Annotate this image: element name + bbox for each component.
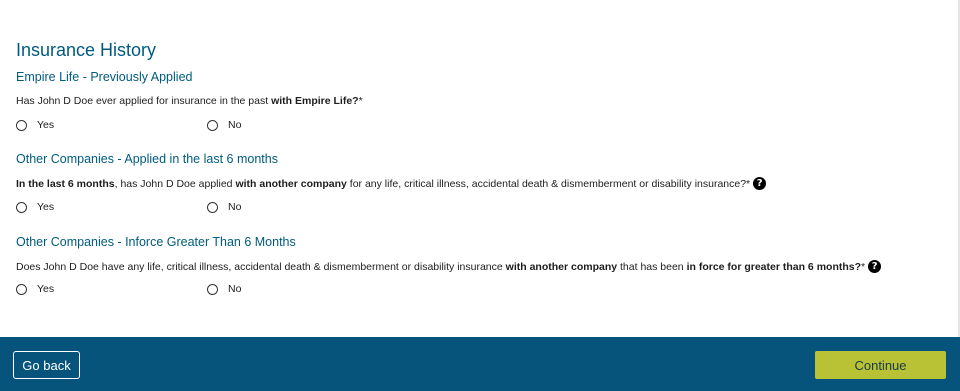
question-sentence: Does John D Doe have any life, critical … (16, 261, 865, 273)
question-emphasis: In the last 6 months (16, 177, 115, 190)
radio-option-yes[interactable]: Yes (16, 283, 54, 295)
question-emphasis: with another company (235, 177, 347, 190)
continue-button[interactable]: Continue (815, 351, 946, 379)
radio-label: Yes (37, 201, 55, 213)
radio-option-yes[interactable]: Yes (16, 201, 54, 213)
footer-bar: Go back Continue (0, 337, 960, 391)
section-title: Other Companies - Inforce Greater Than 6… (16, 235, 296, 249)
question-fragment: Has John D Doe ever applied for insuranc… (16, 95, 272, 107)
question-fragment: * (358, 95, 363, 107)
section-title: Empire Life - Previously Applied (16, 70, 193, 84)
help-icon[interactable]: ? (753, 177, 767, 190)
radio-label: Yes (37, 119, 55, 131)
radio-group: Yes No (16, 119, 416, 137)
section-title: Other Companies - Applied in the last 6 … (16, 152, 278, 166)
page-title: Insurance History (16, 40, 157, 60)
radio-button[interactable] (207, 201, 218, 213)
radio-button[interactable] (207, 119, 218, 131)
radio-button[interactable] (207, 283, 218, 295)
radio-label: No (228, 201, 242, 213)
question-text: Does John D Doe have any life, critical … (16, 260, 882, 273)
radio-option-no[interactable]: No (207, 283, 241, 295)
radio-button[interactable] (16, 119, 27, 131)
question-sentence: In the last 6 months, has John D Doe app… (16, 178, 750, 190)
question-emphasis: in force for greater than 6 months? (686, 260, 862, 273)
radio-label: Yes (37, 283, 55, 295)
question-fragment: * (861, 260, 866, 273)
question-emphasis: with Empire Life? (271, 95, 359, 107)
question-fragment: for any life, critical illness, accident… (346, 177, 751, 190)
question-fragment: , has John D Doe applied (114, 177, 236, 190)
radio-button[interactable] (16, 201, 27, 213)
radio-group: Yes No (16, 283, 416, 301)
radio-option-no[interactable]: No (207, 201, 241, 213)
go-back-button[interactable]: Go back (13, 351, 80, 379)
radio-button[interactable] (16, 283, 27, 295)
radio-group: Yes No (16, 201, 416, 219)
help-icon[interactable]: ? (868, 260, 882, 273)
question-text: Has John D Doe ever applied for insuranc… (16, 95, 363, 107)
radio-label: No (228, 283, 242, 295)
question-fragment: that has been (617, 260, 687, 273)
radio-label: No (228, 119, 242, 131)
radio-option-no[interactable]: No (207, 119, 241, 131)
question-emphasis: with another company (505, 260, 618, 273)
question-text: In the last 6 months, has John D Doe app… (16, 177, 767, 190)
question-sentence: Has John D Doe ever applied for insuranc… (16, 95, 363, 107)
question-fragment: Does John D Doe have any life, critical … (16, 260, 506, 273)
radio-option-yes[interactable]: Yes (16, 119, 54, 131)
